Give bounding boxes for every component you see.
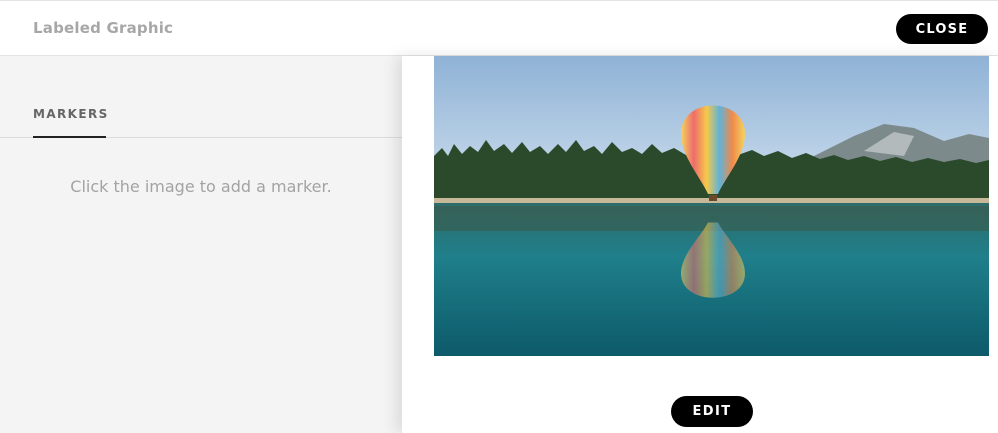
balloon-lake-photo (434, 56, 989, 356)
markers-sidebar: MARKERS Click the image to add a marker. (0, 56, 402, 433)
tab-markers[interactable]: MARKERS (33, 107, 107, 138)
close-button[interactable]: CLOSE (896, 14, 988, 44)
empty-markers-hint: Click the image to add a marker. (70, 177, 332, 196)
edit-button[interactable]: EDIT (671, 396, 753, 427)
graphic-canvas: EDIT (402, 56, 998, 433)
labeled-image[interactable] (434, 56, 989, 356)
sidebar-tab-row: MARKERS (0, 56, 402, 138)
top-bar: Labeled Graphic CLOSE (0, 0, 998, 56)
app-title: Labeled Graphic (33, 19, 174, 37)
